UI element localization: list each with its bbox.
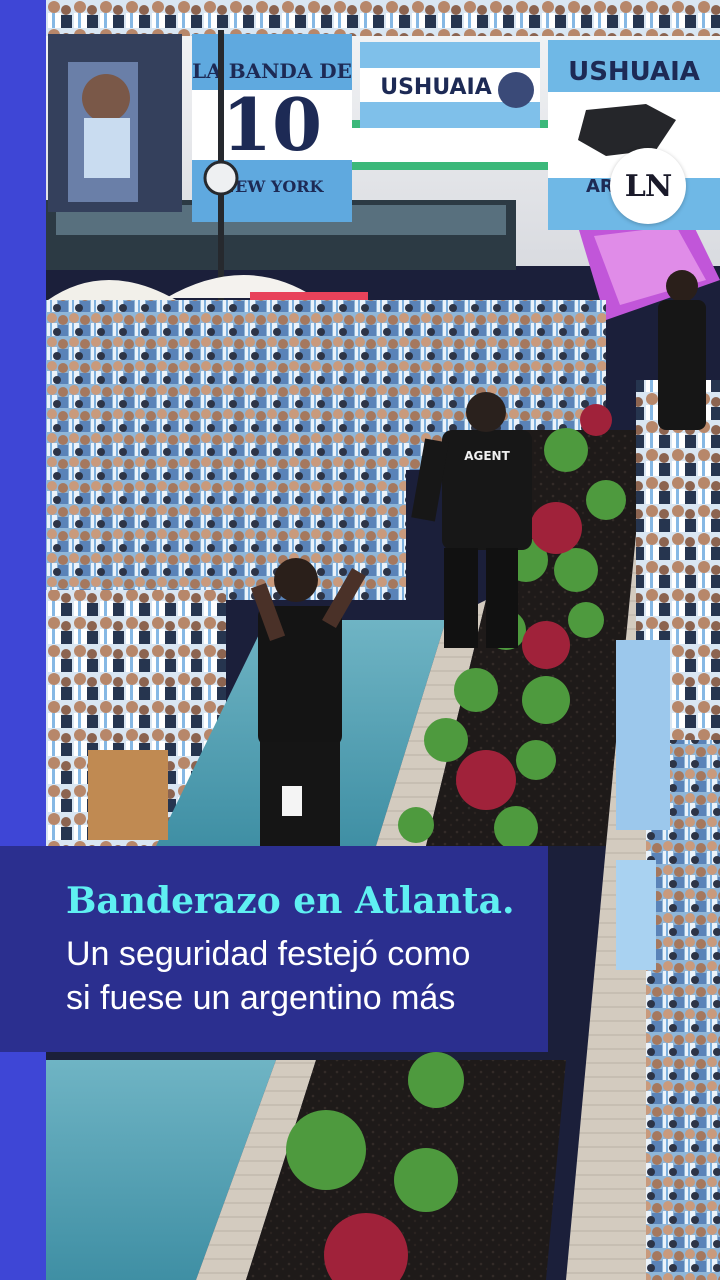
svg-text:USHUAIA: USHUAIA — [568, 57, 700, 87]
caption-title: Banderazo en Atlanta. — [66, 880, 515, 922]
svg-text:LA BANDA DE: LA BANDA DE — [192, 59, 352, 83]
svg-text:AGENT: AGENT — [464, 449, 510, 463]
svg-text:10: 10 — [222, 82, 322, 167]
caption-line-2: si fuese un argentino más — [66, 979, 456, 1017]
video-frame: LA BANDA DE 10 NEW YORK USHUAIA USHUAIA … — [0, 0, 720, 1280]
caption-box: Banderazo en Atlanta. Un seguridad feste… — [0, 846, 548, 1052]
la-nacion-logo: LN — [610, 148, 686, 224]
caption-line-1: Un seguridad festejó como — [66, 935, 471, 973]
logo-text: LN — [624, 168, 673, 204]
svg-text:USHUAIA: USHUAIA — [380, 75, 492, 100]
accent-side-band — [0, 0, 46, 1280]
